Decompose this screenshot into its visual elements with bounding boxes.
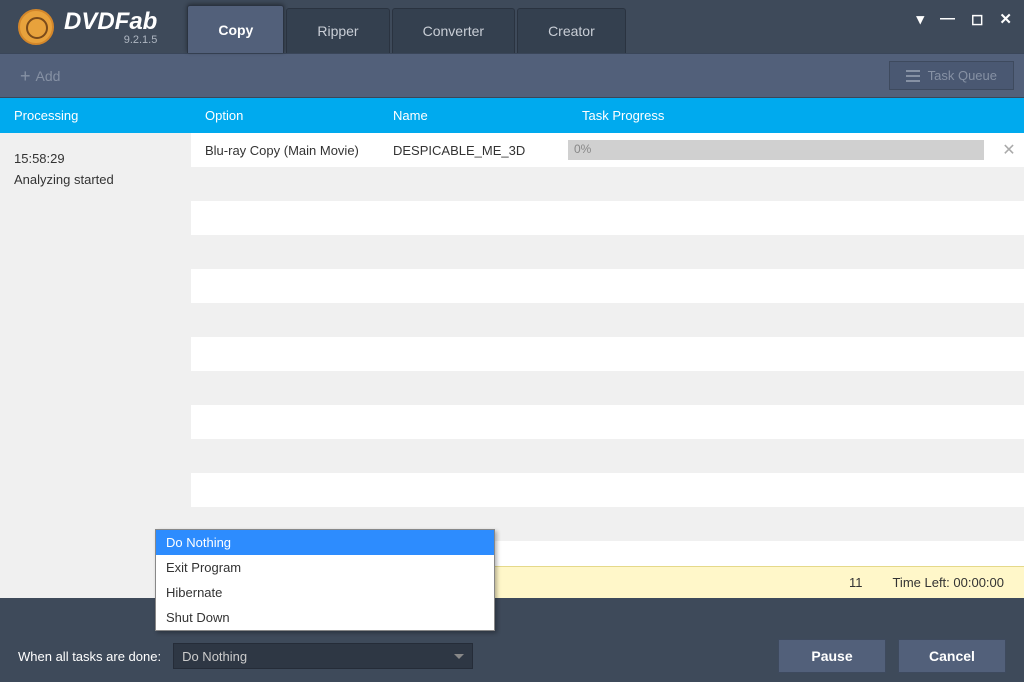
remove-task-button[interactable]: ✕ [994, 140, 1024, 160]
task-content: Option Name Task Progress Blu-ray Copy (… [191, 98, 1024, 598]
task-table-header: Option Name Task Progress [191, 98, 1024, 133]
cancel-button[interactable]: Cancel [898, 639, 1006, 673]
header-name: Name [379, 98, 568, 133]
task-rows: Blu-ray Copy (Main Movie) DESPICABLE_ME_… [191, 133, 1024, 566]
app-title: DVDFab [64, 8, 157, 35]
minimize-icon[interactable]: — [940, 10, 955, 28]
cell-option: Blu-ray Copy (Main Movie) [191, 143, 379, 158]
done-action-label: When all tasks are done: [18, 649, 161, 664]
pause-button[interactable]: Pause [778, 639, 886, 673]
time-left: Time Left: 00:00:00 [892, 575, 1004, 590]
progress-text: 0% [574, 142, 591, 156]
task-queue-label: Task Queue [928, 68, 997, 83]
tab-ripper[interactable]: Ripper [286, 8, 389, 53]
app-logo-icon [18, 9, 54, 45]
table-row: Blu-ray Copy (Main Movie) DESPICABLE_ME_… [191, 133, 1024, 167]
log-status: Analyzing started [14, 170, 177, 191]
dropdown-option-exit-program[interactable]: Exit Program [156, 555, 494, 580]
dropdown-icon[interactable]: ▾ [916, 10, 924, 28]
close-icon[interactable]: ✕ [999, 10, 1012, 28]
add-button[interactable]: + Add [10, 63, 70, 89]
title-bar: DVDFab 9.2.1.5 Copy Ripper Converter Cre… [0, 0, 1024, 53]
sidebar-header: Processing [0, 98, 191, 133]
done-action-dropdown: Do Nothing Exit Program Hibernate Shut D… [155, 529, 495, 631]
chevron-down-icon [454, 654, 464, 659]
cell-name: DESPICABLE_ME_3D [379, 143, 568, 158]
log-timestamp: 15:58:29 [14, 149, 177, 170]
dropdown-option-hibernate[interactable]: Hibernate [156, 580, 494, 605]
window-controls: ▾ — ◻ ✕ [916, 10, 1012, 28]
progress-bar: 0% [568, 140, 984, 160]
app-version: 9.2.1.5 [64, 34, 157, 46]
header-progress: Task Progress [568, 98, 994, 133]
tab-converter[interactable]: Converter [392, 8, 515, 53]
tab-copy[interactable]: Copy [187, 5, 284, 53]
main-area: Processing 15:58:29 Analyzing started Op… [0, 98, 1024, 598]
done-action-selected: Do Nothing [182, 649, 247, 664]
logo-area: DVDFab 9.2.1.5 [0, 8, 157, 46]
tab-creator[interactable]: Creator [517, 8, 626, 53]
sidebar: Processing 15:58:29 Analyzing started [0, 98, 191, 598]
dropdown-option-shut-down[interactable]: Shut Down [156, 605, 494, 630]
footer: When all tasks are done: Do Nothing Paus… [0, 630, 1024, 682]
done-action-select[interactable]: Do Nothing [173, 643, 473, 669]
list-icon [906, 70, 920, 82]
header-option: Option [191, 98, 379, 133]
dropdown-option-do-nothing[interactable]: Do Nothing [156, 530, 494, 555]
plus-icon: + [20, 67, 31, 85]
main-tabs: Copy Ripper Converter Creator [187, 0, 627, 53]
task-queue-button[interactable]: Task Queue [889, 61, 1014, 90]
maximize-icon[interactable]: ◻ [971, 10, 983, 28]
encode-fps: 11 [849, 575, 863, 590]
add-button-label: Add [36, 68, 61, 84]
toolbar: + Add Task Queue [0, 53, 1024, 98]
